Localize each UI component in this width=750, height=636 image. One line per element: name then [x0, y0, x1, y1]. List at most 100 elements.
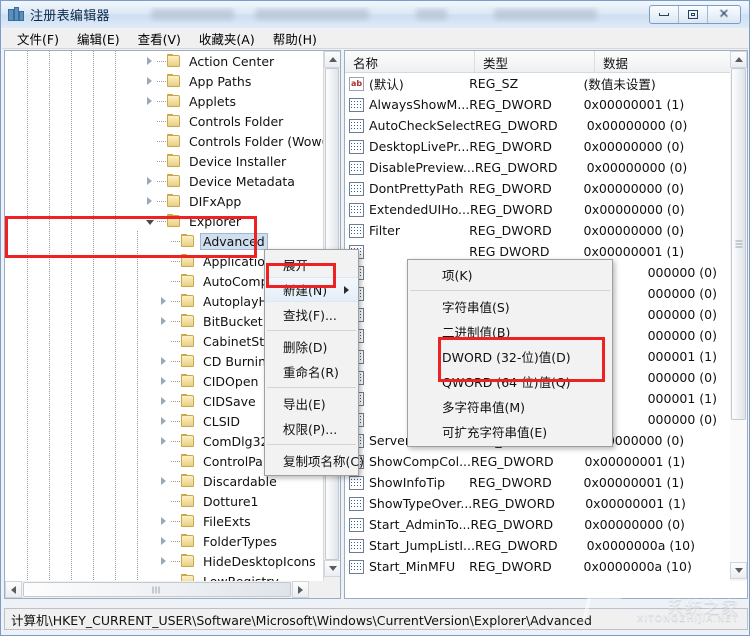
value-name-cell: DontPrettyPath — [345, 181, 469, 196]
tree-item[interactable]: Explorer — [5, 211, 323, 231]
ctx-delete[interactable]: 删除(D) — [265, 334, 358, 359]
chevron-right-icon[interactable] — [142, 91, 157, 111]
tree-indent — [5, 471, 142, 491]
ctx-copy-key-name[interactable]: 复制项名称(C) — [265, 448, 364, 473]
table-row[interactable]: Filter REG_DWORD 0x00000000 (0) — [345, 220, 717, 241]
chevron-right-icon[interactable] — [142, 71, 157, 91]
table-row[interactable]: ExtendedUIHo... REG_DWORD 0x00000000 (0) — [345, 199, 717, 220]
folder-icon — [180, 334, 196, 348]
ctx-new[interactable]: 新建(N) — [265, 277, 358, 302]
table-row[interactable]: AlwaysShowM... REG_DWORD 0x00000001 (1) — [345, 94, 717, 115]
tree-scroll-up-button[interactable] — [324, 51, 340, 68]
chevron-right-icon[interactable] — [156, 511, 171, 531]
tree-indent — [5, 171, 142, 191]
values-scroll-thumb[interactable] — [731, 68, 746, 420]
table-row[interactable]: ab (默认) REG_SZ (数值未设置) — [345, 73, 717, 94]
chevron-right-icon[interactable] — [156, 411, 171, 431]
table-row[interactable]: DontPrettyPath REG_DWORD 0x00000000 (0) — [345, 178, 717, 199]
table-row[interactable]: Start_AdminTo... REG_DWORD 0x00000000 (0) — [345, 514, 717, 535]
maximize-button[interactable] — [679, 6, 708, 23]
ctx-export[interactable]: 导出(E) — [265, 391, 358, 416]
tree-item[interactable]: Controls Folder (Wow64) — [5, 131, 323, 151]
tree-horizontal-scrollbar[interactable] — [5, 581, 340, 598]
tree-item[interactable]: Applets — [5, 91, 323, 111]
table-row[interactable]: ShowCompCol... REG_DWORD 0x00000001 (1) — [345, 451, 717, 472]
minimize-button[interactable] — [650, 6, 679, 23]
ctx-find[interactable]: 查找(F)... — [265, 302, 358, 327]
submenu-string-value[interactable]: 字符串值(S) — [408, 294, 612, 319]
values-scroll-down-button[interactable] — [730, 562, 747, 579]
tree-item[interactable]: LowRegistry — [5, 571, 323, 581]
tree-item-label: Device Installer — [189, 153, 287, 169]
chevron-right-icon[interactable] — [156, 471, 171, 491]
close-button[interactable]: ✕ — [708, 6, 740, 23]
column-header-name[interactable]: 名称 — [345, 51, 475, 73]
menu-edit[interactable]: 编辑(E) — [68, 27, 129, 50]
column-header-type[interactable]: 类型 — [475, 51, 595, 73]
value-name: Start_AdminTo... — [369, 517, 471, 532]
tree-item[interactable]: Action Center — [5, 51, 323, 71]
ctx-rename[interactable]: 重命名(R) — [265, 359, 358, 384]
chevron-right-icon[interactable] — [142, 191, 157, 211]
table-row[interactable]: Start_JumpListI... REG_DWORD 0x0000000a (1… — [345, 535, 717, 556]
tree-item[interactable]: Device Installer — [5, 151, 323, 171]
ctx-expand[interactable]: 展开 — [265, 252, 358, 277]
tree-item[interactable]: FolderTypes — [5, 531, 323, 551]
tree-item[interactable]: FileExts — [5, 511, 323, 531]
chevron-right-icon[interactable] — [156, 291, 171, 311]
chevron-right-icon[interactable] — [156, 531, 171, 551]
chevron-right-icon[interactable] — [156, 371, 171, 391]
tree-scroll-down-button[interactable] — [324, 560, 340, 577]
chevron-right-icon[interactable] — [156, 431, 171, 451]
table-row[interactable]: Start_MinMFU REG_DWORD 0x0000000a (10) — [345, 556, 717, 577]
menu-item-label: 重命名(R) — [283, 365, 339, 380]
new-submenu[interactable]: 项(K) 字符串值(S) 二进制值(B) DWORD (32-位)值(D) QWORD … — [407, 259, 613, 447]
value-data: 0x00000000 (0) — [583, 223, 685, 238]
menu-file[interactable]: 文件(F) — [8, 27, 68, 50]
table-row[interactable]: ShowInfoTip REG_DWORD 0x00000001 (1) — [345, 472, 717, 493]
context-menu[interactable]: 展开 新建(N) 查找(F)... 删除(D) 重命名(R) 导出(E) 权限(P)... 复… — [264, 249, 364, 476]
tree-hscroll-thumb[interactable] — [23, 582, 291, 597]
tree-item[interactable]: App Paths — [5, 71, 323, 91]
tree-scroll-right-button[interactable] — [292, 581, 309, 598]
tree-scroll-left-button[interactable] — [5, 581, 22, 598]
value-data: 0x00000001 (1) — [584, 454, 686, 469]
submenu-qword-value[interactable]: QWORD (64 位)值(Q) — [408, 369, 612, 394]
chevron-right-icon[interactable] — [156, 351, 171, 371]
tree-item[interactable]: Device Metadata — [5, 171, 323, 191]
menu-help[interactable]: 帮助(H) — [264, 27, 326, 50]
chevron-right-icon[interactable] — [142, 51, 157, 71]
ctx-permissions[interactable]: 权限(P)... — [265, 416, 358, 441]
submenu-key[interactable]: 项(K) — [408, 262, 612, 287]
folder-icon — [180, 374, 196, 388]
chevron-right-icon[interactable] — [156, 311, 171, 331]
value-type: REG_DWORD — [469, 97, 552, 112]
menu-item-label: QWORD (64 位)值(Q) — [442, 375, 571, 390]
table-row[interactable]: DisablePreview... REG_DWORD 0x00000000 (0) — [345, 157, 717, 178]
tree-item[interactable]: DIFxApp — [5, 191, 323, 211]
chevron-right-icon[interactable] — [156, 391, 171, 411]
tree-item[interactable]: HideDesktopIcons — [5, 551, 323, 571]
tree-item[interactable]: Controls Folder — [5, 111, 323, 131]
string-value-icon: ab — [349, 76, 364, 91]
values-scroll-up-button[interactable] — [730, 51, 747, 68]
split-panes: Action Center App Paths Applets Controls Fo… — [4, 50, 748, 599]
table-row[interactable]: DesktopLivePr... REG_DWORD 0x00000000 (0) — [345, 136, 717, 157]
column-header-data[interactable]: 数据 — [595, 51, 730, 73]
tree-item[interactable]: Advanced — [5, 231, 323, 251]
menu-favorites[interactable]: 收藏夹(A) — [190, 27, 264, 50]
chevron-down-icon[interactable] — [142, 211, 157, 231]
table-row[interactable]: AutoCheckSelect REG_DWORD 0x00000000 (0) — [345, 115, 717, 136]
chevron-right-icon[interactable] — [156, 551, 171, 571]
dword-value-icon — [349, 517, 364, 532]
tree-item[interactable]: Dotture1 — [5, 491, 323, 511]
submenu-expandable-string[interactable]: 可扩充字符串值(E) — [408, 419, 612, 444]
submenu-binary-value[interactable]: 二进制值(B) — [408, 319, 612, 344]
submenu-multi-string[interactable]: 多字符串值(M) — [408, 394, 612, 419]
table-row[interactable]: ShowTypeOver... REG_DWORD 0x00000001 (1) — [345, 493, 717, 514]
menu-view[interactable]: 查看(V) — [129, 27, 190, 50]
submenu-dword-value[interactable]: DWORD (32-位)值(D) — [408, 344, 612, 369]
tree-indent — [5, 451, 142, 471]
chevron-right-icon[interactable] — [142, 171, 157, 191]
values-vertical-scrollbar[interactable] — [730, 51, 747, 581]
